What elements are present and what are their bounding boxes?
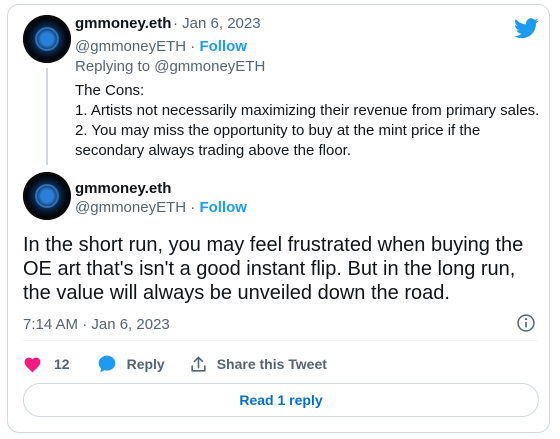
author-handle-row: @gmmoneyETH · Follow <box>75 38 247 55</box>
divider <box>23 340 539 341</box>
info-icon[interactable] <box>516 313 536 333</box>
tweet-date[interactable]: · Jan 6, 2023 <box>173 15 261 32</box>
follow-button[interactable]: Follow <box>199 38 247 55</box>
tweet-text-line: the value will always be unveiled down t… <box>23 282 450 304</box>
author-name[interactable]: gmmoney.eth <box>75 15 171 32</box>
share-upload-icon <box>191 356 206 372</box>
read-replies-button[interactable]: Read 1 reply <box>23 383 539 417</box>
tweet-text: In the short run, you may feel frustrate… <box>23 233 543 305</box>
like-count: 12 <box>54 356 70 372</box>
tweet-text-line: OE art that's isn't a good instant flip.… <box>23 258 516 280</box>
parent-tweet-line: 1. Artists not necessarily maximizing th… <box>75 102 540 119</box>
reply-label: Reply <box>126 356 165 372</box>
avatar[interactable] <box>23 15 71 63</box>
twitter-bird-icon[interactable] <box>514 18 539 39</box>
parent-tweet-body: The Cons: 1. Artists not necessarily max… <box>75 81 545 161</box>
share-button[interactable]: Share this Tweet <box>189 355 327 374</box>
replying-to-text[interactable]: Replying to @gmmoneyETH <box>75 58 265 75</box>
author-handle[interactable]: @gmmoneyETH <box>75 199 186 216</box>
tweet-timestamp[interactable]: 7:14 AM · Jan 6, 2023 <box>23 316 170 333</box>
author-name[interactable]: gmmoney.eth <box>75 180 171 197</box>
thread-connector-line <box>46 68 48 165</box>
share-label: Share this Tweet <box>216 356 327 372</box>
follow-button[interactable]: Follow <box>199 199 247 216</box>
tweet-actions-bar: 12 Reply Share this Tweet <box>23 353 327 375</box>
author-handle-row: @gmmoneyETH · Follow <box>75 199 247 216</box>
parent-tweet-line: secondary always trading above the floor… <box>75 142 351 159</box>
separator-dot: · <box>190 199 196 216</box>
author-handle[interactable]: @gmmoneyETH <box>75 38 186 55</box>
parent-tweet-line: 2. You may miss the opportunity to buy a… <box>75 122 481 139</box>
tweet-text-line: In the short run, you may feel frustrate… <box>23 234 524 256</box>
heart-icon <box>24 357 41 373</box>
separator-dot: · <box>190 38 196 55</box>
reply-button[interactable]: Reply <box>97 354 165 374</box>
parent-tweet-line: The Cons: <box>75 82 145 99</box>
like-button[interactable]: 12 <box>23 355 97 373</box>
speech-bubble-icon <box>98 355 115 373</box>
avatar[interactable] <box>23 172 71 220</box>
